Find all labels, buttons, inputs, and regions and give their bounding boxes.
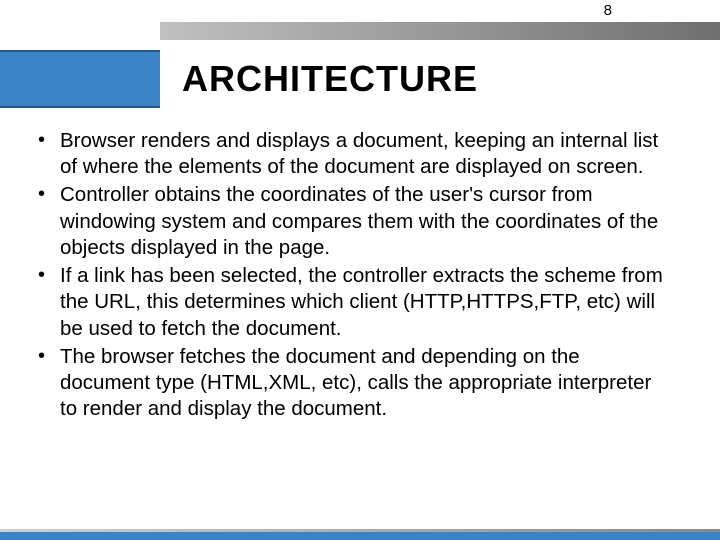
top-gradient-bar (160, 22, 720, 40)
list-item: Controller obtains the coordinates of th… (30, 182, 670, 261)
list-item: The browser fetches the document and dep… (30, 344, 670, 423)
title-box: ARCHITECTURE (160, 50, 720, 108)
page-number: 8 (604, 2, 612, 19)
list-item: Browser renders and displays a document,… (30, 128, 670, 180)
slide-title: ARCHITECTURE (182, 58, 478, 100)
bottom-strip (0, 532, 720, 540)
content-area: Browser renders and displays a document,… (30, 128, 670, 425)
list-item: If a link has been selected, the control… (30, 263, 670, 342)
bullet-list: Browser renders and displays a document,… (30, 128, 670, 423)
